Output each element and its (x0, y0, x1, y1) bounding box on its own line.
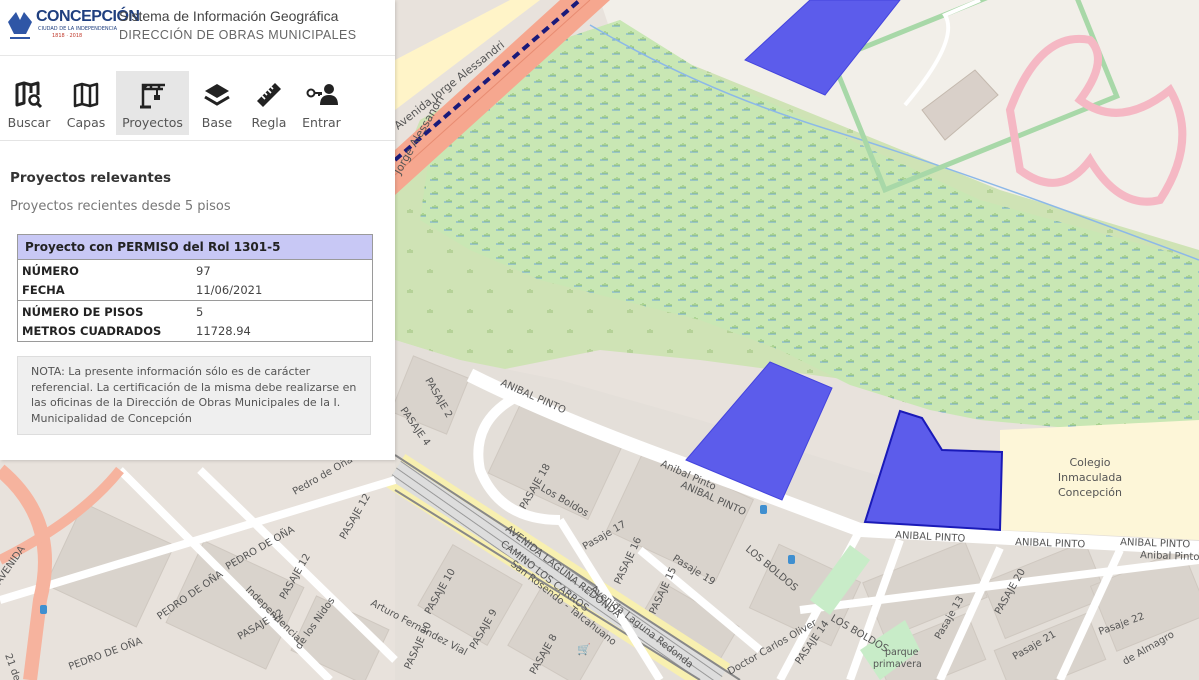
layers-stack-icon (204, 84, 230, 106)
project-key: METROS CUADRADOS (22, 324, 162, 338)
bus-stop-icon (760, 505, 767, 514)
label-anibal-pinto-4: Anibal Pinto (1140, 550, 1199, 563)
tool-capas-button[interactable]: Capas (63, 71, 109, 135)
map-layers-icon (73, 82, 99, 108)
project-group-size: NÚMERO DE PISOS 5 METROS CUADRADOS 11728… (18, 301, 372, 341)
tool-buscar-button[interactable]: Buscar (4, 71, 54, 135)
crane-icon (139, 83, 165, 109)
project-key: NÚMERO (22, 264, 79, 278)
disclaimer-note: NOTA: La presente información sólo es de… (17, 356, 371, 435)
tool-base-label: Base (201, 115, 233, 130)
project-key: NÚMERO DE PISOS (22, 305, 144, 319)
label-school-1: Colegio (1069, 456, 1110, 469)
project-row-numero: NÚMERO 97 (18, 261, 372, 280)
bus-stop-icon-2 (788, 555, 795, 564)
tool-entrar-label: Entrar (302, 115, 341, 130)
logo-emblem-icon (8, 12, 32, 39)
tool-proyectos-button[interactable]: Proyectos (116, 71, 189, 135)
app-subtitle: DIRECCIÓN DE OBRAS MUNICIPALES (119, 28, 357, 42)
sidebar-panel: CONCEPCIÓN CIUDAD DE LA INDEPENDENCIA 18… (0, 0, 395, 460)
label-school-2: Inmaculada (1058, 471, 1122, 484)
label-school-3: Concepción (1058, 486, 1122, 499)
tool-regla-button[interactable]: Regla (248, 71, 290, 135)
tool-base-button[interactable]: Base (196, 71, 238, 135)
app-header: CONCEPCIÓN CIUDAD DE LA INDEPENDENCIA 18… (0, 0, 395, 56)
user-key-icon (306, 84, 338, 105)
project-card-header: Proyecto con PERMISO del Rol 1301-5 (18, 235, 372, 260)
project-info-card: Proyecto con PERMISO del Rol 1301-5 NÚME… (17, 234, 373, 342)
tool-capas-label: Capas (66, 115, 106, 130)
tool-entrar-button[interactable]: Entrar (299, 71, 344, 135)
tool-regla-label: Regla (251, 115, 287, 130)
project-group-basic: NÚMERO 97 FECHA 11/06/2021 (18, 260, 372, 301)
project-value: 97 (196, 264, 211, 278)
shop-icon: 🛒 (577, 643, 591, 656)
logo-tagline: CIUDAD DE LA INDEPENDENCIA (38, 26, 118, 32)
map-search-icon (15, 81, 43, 109)
bus-stop-icon-3 (40, 605, 47, 614)
logo-year: 1818 · 2018 (52, 33, 83, 39)
section-subtitle: Proyectos recientes desde 5 pisos (10, 199, 231, 214)
tool-buscar-label: Buscar (7, 115, 51, 130)
project-value: 5 (196, 305, 204, 319)
project-key: FECHA (22, 283, 65, 297)
project-value: 11728.94 (196, 324, 251, 338)
label-parque-1: parque (885, 647, 919, 658)
ruler-icon (257, 83, 281, 107)
project-row-fecha: FECHA 11/06/2021 (18, 280, 372, 299)
project-value: 11/06/2021 (196, 283, 263, 297)
tool-proyectos-label: Proyectos (122, 115, 183, 130)
app-title: Sistema de Información Geográfica (119, 8, 339, 24)
label-parque-2: primavera (873, 659, 922, 670)
main-toolbar: Buscar Capas Proyectos Base Regla Entrar (0, 66, 395, 141)
project-row-metros: METROS CUADRADOS 11728.94 (18, 321, 372, 340)
project-row-pisos: NÚMERO DE PISOS 5 (18, 302, 372, 321)
municipality-logo: CONCEPCIÓN CIUDAD DE LA INDEPENDENCIA 18… (6, 8, 140, 44)
section-title: Proyectos relevantes (10, 170, 172, 186)
